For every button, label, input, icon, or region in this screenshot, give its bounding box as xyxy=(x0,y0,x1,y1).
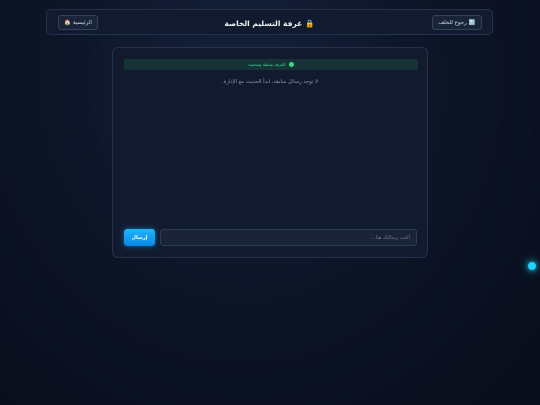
empty-chat-message: لا توجد رسائل سابقة، ابدأ الحديث مع الإد… xyxy=(221,79,319,85)
home-button[interactable]: 🏠 الرئيسية xyxy=(58,15,98,30)
lock-icon: 🔒 xyxy=(305,18,315,28)
page-title: غرفة التسليم الخاصة 🔒 xyxy=(47,10,492,36)
page-title-text: غرفة التسليم الخاصة xyxy=(224,18,303,28)
status-dot-icon xyxy=(288,62,294,67)
status-text: الغرفة نشطة ومحمية xyxy=(248,62,286,67)
home-button-label: الرئيسية xyxy=(72,19,92,26)
floating-indicator-dot[interactable] xyxy=(528,262,536,270)
message-input[interactable] xyxy=(160,229,417,246)
back-button[interactable]: رجوع للخلف 🔙 xyxy=(432,15,482,30)
top-header: 🏠 الرئيسية غرفة التسليم الخاصة 🔒 رجوع لل… xyxy=(46,9,493,35)
back-button-label: رجوع للخلف xyxy=(438,19,467,26)
home-icon: 🏠 xyxy=(64,19,71,26)
send-button[interactable]: إرسال xyxy=(124,229,155,246)
chat-panel: الغرفة نشطة ومحمية لا توجد رسائل سابقة، … xyxy=(112,47,428,258)
back-arrow-icon: 🔙 xyxy=(468,19,476,26)
status-banner: الغرفة نشطة ومحمية xyxy=(124,59,418,70)
